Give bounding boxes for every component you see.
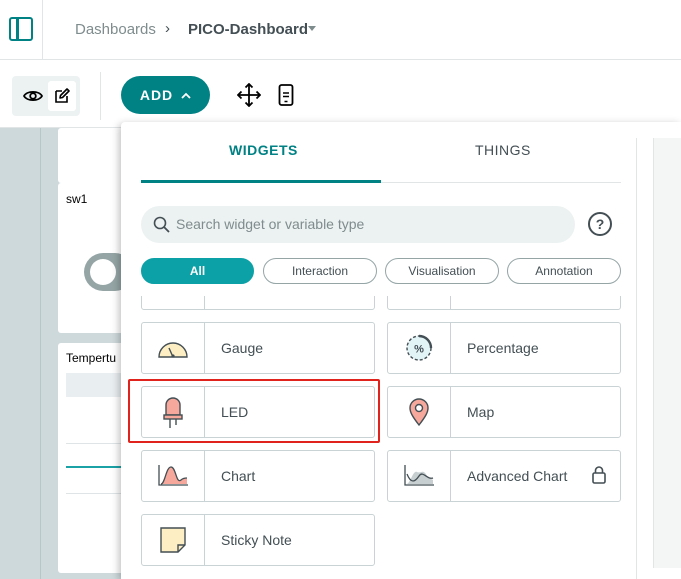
lock-icon: [592, 466, 606, 484]
widget-icon-cell: [388, 451, 451, 501]
chart-icon: [158, 465, 188, 486]
widget-icon-cell: %: [388, 323, 451, 373]
divider: [636, 138, 637, 579]
side-panel: [653, 138, 681, 568]
search-input[interactable]: [176, 213, 556, 235]
edit-mode-button[interactable]: [48, 81, 76, 111]
dashboard-dropdown-caret-icon[interactable]: [308, 26, 316, 31]
active-tab-indicator: [141, 180, 381, 183]
sidebar-toggle-icon[interactable]: [9, 17, 33, 41]
percentage-icon: %: [406, 334, 433, 361]
widget-label: Sticky Note: [221, 532, 292, 548]
widget-item-chart[interactable]: Chart: [141, 450, 375, 502]
advanced-chart-icon: [404, 465, 434, 486]
mode-switch: [12, 76, 80, 116]
widget-label: Percentage: [467, 340, 539, 356]
tab-divider: [381, 182, 621, 183]
map-pin-icon: [409, 398, 429, 426]
widget-label: Advanced Chart: [467, 468, 568, 484]
widget-icon-cell: [142, 323, 205, 373]
tab-things[interactable]: THINGS: [475, 142, 531, 158]
move-arrows-icon[interactable]: [237, 83, 261, 107]
eye-icon: [23, 90, 43, 102]
chart-gridline: [66, 443, 128, 444]
widget-item-sticky-note[interactable]: Sticky Note: [141, 514, 375, 566]
widget-card-switch[interactable]: sw1: [58, 183, 134, 333]
widget-icon-cell: [388, 387, 451, 437]
widget-icon-cell: [142, 296, 205, 309]
filter-all[interactable]: All: [141, 258, 254, 284]
divider: [100, 72, 101, 120]
widget-card-title: Tempertu: [66, 351, 117, 365]
filter-visualisation[interactable]: Visualisation: [385, 258, 499, 284]
chart-toolbar: [66, 373, 128, 397]
breadcrumb-chevron-icon: ›: [165, 20, 170, 37]
mobile-view-icon[interactable]: [278, 84, 294, 106]
tab-widgets[interactable]: WIDGETS: [229, 142, 298, 158]
breadcrumb-dashboards[interactable]: Dashboards: [75, 21, 156, 38]
widget-icon-cell: [142, 451, 205, 501]
widget-item-percentage[interactable]: % Percentage: [387, 322, 621, 374]
add-button[interactable]: ADD: [121, 76, 210, 114]
widget-item-partial[interactable]: [387, 296, 621, 310]
percentage-icon-text: %: [414, 344, 424, 356]
pencil-icon: [55, 88, 70, 103]
switch-knob: [90, 259, 116, 285]
toolbar: ADD: [0, 60, 681, 128]
widget-icon-cell: [142, 515, 205, 565]
breadcrumb-current-dashboard[interactable]: PICO-Dashboard: [188, 21, 308, 38]
widget-item-gauge[interactable]: Gauge: [141, 322, 375, 374]
widget-card-title: sw1: [66, 192, 88, 206]
widget-label: Map: [467, 404, 495, 420]
widget-item-map[interactable]: Map: [387, 386, 621, 438]
widget-card[interactable]: [58, 128, 128, 183]
chevron-up-icon: [181, 92, 191, 99]
gauge-icon: [158, 342, 188, 358]
widget-item-partial[interactable]: [141, 296, 375, 310]
add-button-label: ADD: [139, 87, 174, 103]
divider: [42, 0, 43, 60]
widget-label: Gauge: [221, 340, 264, 356]
search-icon: [153, 216, 170, 233]
sticky-note-icon: [160, 527, 186, 553]
chart-series-line: [66, 466, 128, 468]
widget-label: Chart: [221, 468, 256, 484]
widget-card-chart[interactable]: Tempertu: [58, 343, 128, 573]
widget-item-advanced-chart[interactable]: Advanced Chart: [387, 450, 621, 502]
search-bar: [141, 206, 575, 243]
led-highlight-box: [128, 379, 380, 443]
help-icon[interactable]: ?: [588, 212, 612, 236]
chart-gridline: [66, 493, 128, 494]
top-bar: Dashboards › PICO-Dashboard: [0, 0, 681, 60]
filter-interaction[interactable]: Interaction: [263, 258, 377, 284]
filter-annotation[interactable]: Annotation: [507, 258, 621, 284]
add-widget-popover: WIDGETS THINGS ? All Interaction Visuali…: [121, 122, 681, 579]
view-mode-button[interactable]: [19, 81, 47, 111]
widget-icon-cell: [388, 296, 451, 309]
divider: [40, 128, 41, 579]
